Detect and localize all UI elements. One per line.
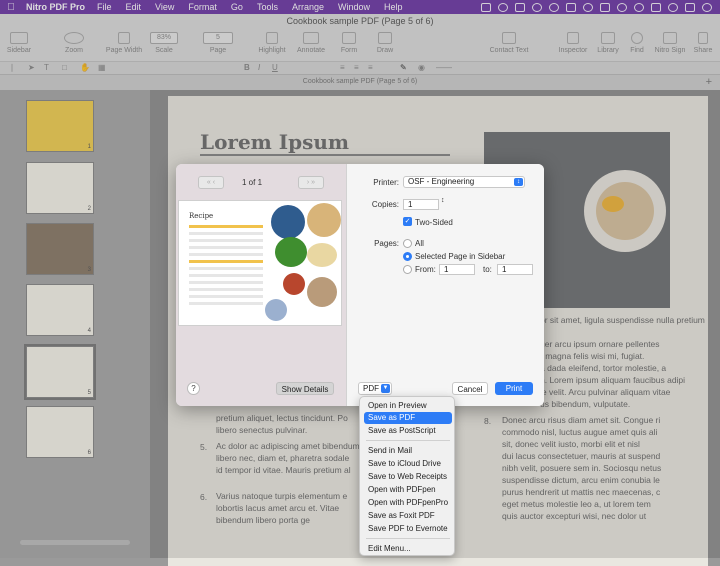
bowl-image [271, 205, 305, 239]
preview-table-row [189, 232, 263, 235]
preview-title: Recipe [189, 212, 214, 220]
two-sided-label: Two-Sided [415, 218, 453, 227]
chevron-down-icon: ▼ [381, 384, 390, 393]
next-page-button[interactable]: › » [298, 176, 324, 189]
pages-from-field[interactable]: 1 [439, 264, 475, 275]
page-counter: 1 of 1 [242, 178, 263, 187]
menu-separator [366, 440, 450, 441]
chevron-updown-icon: ↕ [514, 178, 523, 186]
first-page-button[interactable]: « ‹ [198, 176, 224, 189]
pages-all-label: All [415, 239, 424, 248]
menu-item-open-in-preview[interactable]: Open in Preview [364, 400, 452, 412]
pages-selected-radio[interactable] [403, 252, 412, 261]
print-button[interactable]: Print [495, 382, 533, 395]
menu-separator [366, 538, 450, 539]
pages-range-radio[interactable] [403, 265, 412, 274]
help-button[interactable]: ? [187, 382, 200, 395]
preview-table-row [189, 246, 263, 249]
pages-label: Pages: [374, 239, 399, 248]
mushroom-image [307, 277, 337, 307]
pages-to-label: to: [483, 265, 492, 274]
printer-label: Printer: [373, 178, 399, 187]
menu-item-save-to-web-receipts[interactable]: Save to Web Receipts [364, 471, 452, 483]
menu-item-edit-menu[interactable]: Edit Menu... [364, 543, 452, 555]
show-details-button[interactable]: Show Details [276, 382, 334, 395]
preview-table-row [189, 239, 263, 242]
greens-image [275, 237, 307, 267]
pages-all-radio[interactable] [403, 239, 412, 248]
print-dialog: « ‹ 1 of 1 › » Recipe ? Show Details Pri… [176, 164, 544, 406]
cancel-button[interactable]: Cancel [452, 382, 488, 395]
preview-table-row [189, 295, 263, 298]
copies-field[interactable]: 1 [403, 199, 439, 210]
print-settings-pane: Printer: OSF - Engineering ↕ Copies: 1 ↕ … [346, 164, 544, 406]
menu-item-open-with-pdfpenpro[interactable]: Open with PDFpenPro [364, 497, 452, 509]
tofu-image [307, 243, 337, 267]
print-preview-page: Recipe [178, 200, 342, 326]
preview-table-row [189, 302, 263, 305]
pages-from-label: From: [415, 265, 436, 274]
preview-table-row [189, 225, 263, 228]
pdf-menu-button[interactable]: PDF ▼ [358, 382, 392, 395]
preview-table-row [189, 267, 263, 270]
menu-item-save-as-pdf[interactable]: Save as PDF [364, 412, 452, 424]
preview-table-row [189, 281, 263, 284]
pdf-dropdown-menu: Open in Preview Save as PDF Save as Post… [359, 396, 455, 556]
preview-table-row [189, 253, 263, 256]
copies-label: Copies: [371, 200, 399, 209]
copies-stepper[interactable]: ↕ [441, 197, 445, 204]
menu-item-open-with-pdfpen[interactable]: Open with PDFpen [364, 484, 452, 496]
two-sided-checkbox[interactable]: ✓ [403, 217, 412, 226]
preview-table-row [189, 260, 263, 263]
menu-item-save-as-foxit[interactable]: Save as Foxit PDF [364, 510, 452, 522]
preview-table-row [189, 274, 263, 277]
preview-table-row [189, 288, 263, 291]
pages-selected-label: Selected Page in Sidebar [415, 252, 506, 261]
menu-item-save-to-icloud[interactable]: Save to iCloud Drive [364, 458, 452, 470]
pages-to-field[interactable]: 1 [497, 264, 533, 275]
menu-item-save-as-postscript[interactable]: Save as PostScript [364, 425, 452, 437]
chili-image [283, 273, 305, 295]
menu-item-save-to-evernote[interactable]: Save PDF to Evernote [364, 523, 452, 535]
menu-item-send-in-mail[interactable]: Send in Mail [364, 445, 452, 457]
bowl-image [265, 299, 287, 321]
print-preview-pane: « ‹ 1 of 1 › » Recipe ? Show Details [176, 164, 346, 406]
printer-select[interactable]: OSF - Engineering ↕ [403, 176, 525, 188]
noodles-image [307, 203, 341, 237]
